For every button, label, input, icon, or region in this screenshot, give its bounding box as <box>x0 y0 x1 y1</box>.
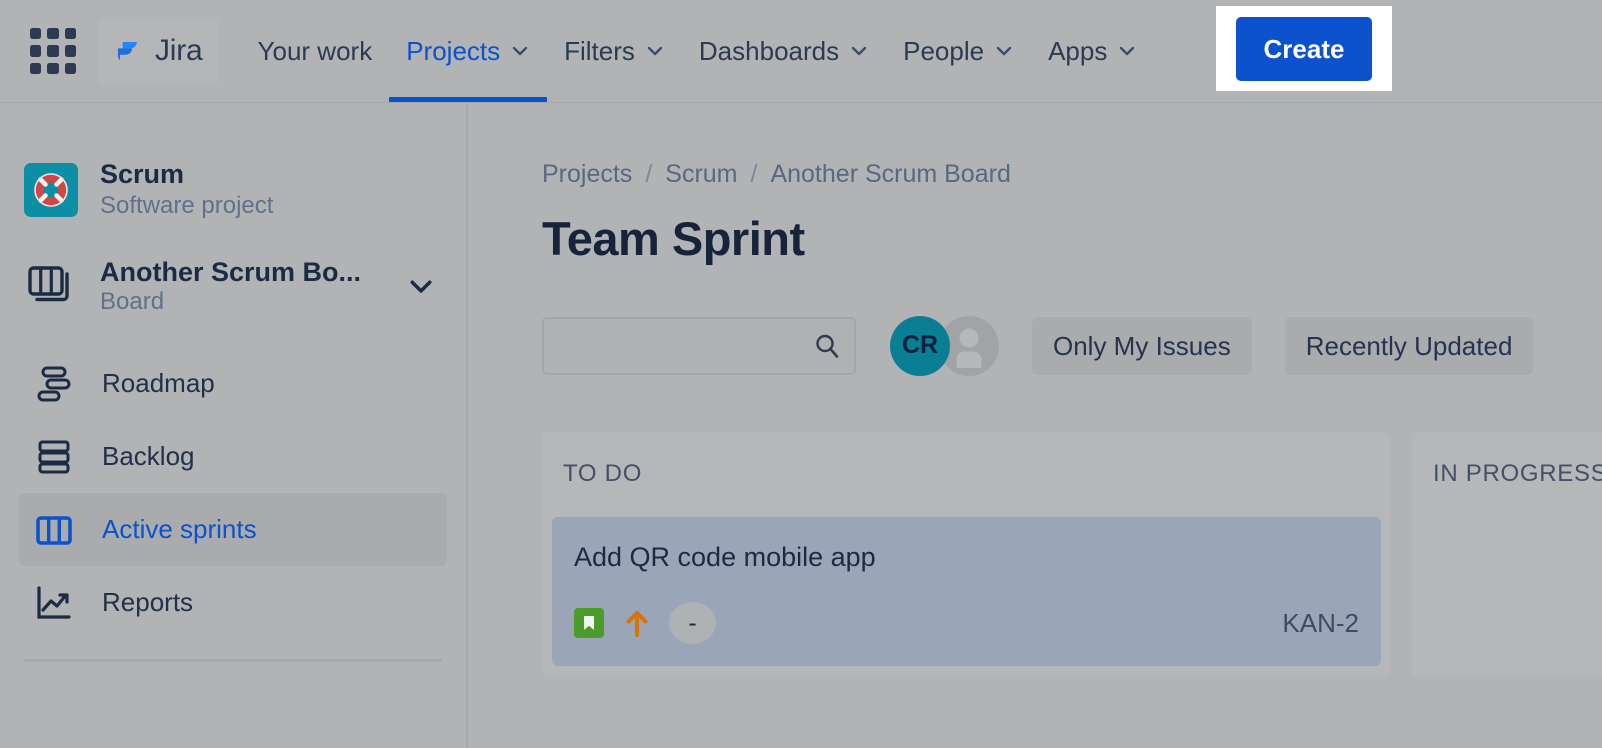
sidebar-label-reports: Reports <box>102 587 193 618</box>
nav-label-people: People <box>903 36 984 67</box>
project-subtitle: Software project <box>100 192 273 221</box>
project-name: Scrum <box>100 159 273 190</box>
main-content: Projects / Scrum / Another Scrum Board T… <box>470 104 1602 748</box>
roadmap-icon <box>32 362 76 406</box>
board-column-todo: TO DO Add QR code mobile app <box>542 432 1391 677</box>
nav-item-people[interactable]: People <box>886 0 1031 102</box>
column-cards-in-progress <box>1412 488 1602 527</box>
nav-item-filters[interactable]: Filters <box>547 0 682 102</box>
breadcrumb-item-scrum[interactable]: Scrum <box>665 160 737 189</box>
page-title: Team Sprint <box>470 189 1602 265</box>
board-icon <box>32 508 76 552</box>
jira-board-page: Jira Your work Projects Filters Dashboar… <box>0 0 1602 748</box>
board-subtitle: Board <box>100 288 382 317</box>
project-sidebar: Scrum Software project Another Scrum Bo.… <box>0 104 468 748</box>
issue-card-kan-2[interactable]: Add QR code mobile app <box>552 517 1381 666</box>
chevron-down-icon[interactable] <box>404 271 438 301</box>
breadcrumb-item-projects[interactable]: Projects <box>542 160 632 189</box>
filter-only-my-issues-button[interactable]: Only My Issues <box>1032 317 1252 375</box>
sidebar-divider <box>24 659 442 662</box>
sidebar-item-backlog[interactable]: Backlog <box>19 420 447 493</box>
nav-label-filters: Filters <box>564 36 635 67</box>
sidebar-nav-list: Roadmap Backlog <box>0 347 466 639</box>
backlog-icon <box>32 435 76 479</box>
nav-item-apps[interactable]: Apps <box>1031 0 1154 102</box>
sidebar-label-backlog: Backlog <box>102 441 195 472</box>
nav-item-your-work[interactable]: Your work <box>241 0 390 102</box>
avatar-initials: CR <box>902 331 938 360</box>
nav-label-projects: Projects <box>406 36 500 67</box>
breadcrumb-separator: / <box>751 160 758 189</box>
breadcrumb-item-board[interactable]: Another Scrum Board <box>770 160 1010 189</box>
breadcrumb-separator: / <box>645 160 652 189</box>
board-name: Another Scrum Bo... <box>100 256 382 288</box>
chevron-down-icon <box>510 41 530 61</box>
assignee-avatar[interactable]: - <box>669 602 716 644</box>
board-columns: TO DO Add QR code mobile app <box>470 376 1602 677</box>
column-cards-todo: Add QR code mobile app <box>542 488 1391 676</box>
sidebar-label-roadmap: Roadmap <box>102 368 215 399</box>
project-header[interactable]: Scrum Software project <box>0 104 466 221</box>
sidebar-item-active-sprints[interactable]: Active sprints <box>19 493 447 566</box>
primary-nav: Your work Projects Filters Dashboards <box>241 0 1155 102</box>
board-column-in-progress: IN PROGRESS <box>1412 432 1602 677</box>
story-icon[interactable] <box>574 608 604 638</box>
lifebuoy-icon <box>30 169 72 211</box>
avatar-group: CR <box>890 316 999 376</box>
search-icon[interactable] <box>812 331 842 361</box>
chevron-down-icon <box>994 41 1014 61</box>
sidebar-label-active-sprints: Active sprints <box>102 514 257 545</box>
project-avatar <box>24 163 78 217</box>
avatar-cr[interactable]: CR <box>890 316 950 376</box>
chevron-down-icon <box>849 41 869 61</box>
breadcrumb: Projects / Scrum / Another Scrum Board <box>470 104 1602 189</box>
jira-logo-icon <box>111 34 145 68</box>
jira-home-link[interactable]: Jira <box>99 18 219 84</box>
board-columns-icon <box>24 259 78 313</box>
create-button[interactable]: Create <box>1236 17 1372 81</box>
issue-card-meta: - KAN-2 <box>574 602 1359 644</box>
nav-item-dashboards[interactable]: Dashboards <box>682 0 886 102</box>
board-selector[interactable]: Another Scrum Bo... Board <box>0 221 466 317</box>
top-navigation-bar: Jira Your work Projects Filters Dashboar… <box>0 0 1602 103</box>
brand-label: Jira <box>155 34 203 68</box>
filter-recently-updated-button[interactable]: Recently Updated <box>1285 317 1534 375</box>
nav-label-dashboards: Dashboards <box>699 36 839 67</box>
column-title-todo: TO DO <box>542 460 1391 488</box>
issue-key: KAN-2 <box>1282 608 1359 639</box>
nav-label-your-work: Your work <box>258 36 373 67</box>
column-title-in-progress: IN PROGRESS <box>1412 460 1602 488</box>
chevron-down-icon <box>1117 41 1137 61</box>
nav-label-apps: Apps <box>1048 36 1107 67</box>
sidebar-item-reports[interactable]: Reports <box>19 566 447 639</box>
sidebar-item-roadmap[interactable]: Roadmap <box>19 347 447 420</box>
issue-card-title: Add QR code mobile app <box>574 541 1359 573</box>
chevron-down-icon <box>645 41 665 61</box>
create-button-highlight: Create <box>1216 6 1392 91</box>
nav-item-projects[interactable]: Projects <box>389 0 547 102</box>
search-field[interactable] <box>542 317 856 375</box>
search-input[interactable] <box>544 319 854 373</box>
reports-chart-icon <box>32 581 76 625</box>
priority-high-up-arrow-icon[interactable] <box>622 608 652 638</box>
app-switcher-grid-icon[interactable] <box>25 23 81 79</box>
board-toolbar: CR Only My Issues Recently Updated <box>470 265 1602 376</box>
